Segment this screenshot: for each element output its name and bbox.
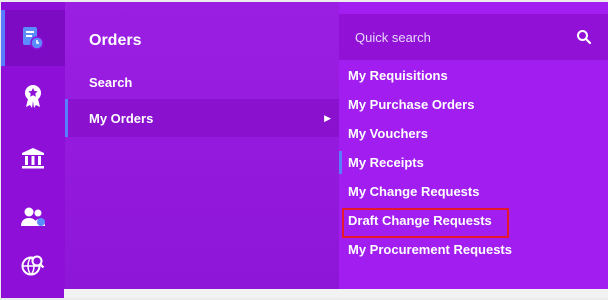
rail-item-reports[interactable] (1, 10, 65, 66)
submenu-item-label: My Change Requests (348, 184, 480, 199)
highlight-annotation-box (342, 208, 509, 238)
rail-item-bank[interactable] (1, 130, 65, 186)
submenu-item-my-receipts[interactable]: My Receipts (339, 148, 608, 177)
orders-item-label: Search (89, 74, 133, 90)
submenu-item-my-purchase-orders[interactable]: My Purchase Orders (339, 90, 608, 119)
submenu-item-my-change-requests[interactable]: My Change Requests (339, 177, 608, 206)
submenu-item-my-procurement-requests[interactable]: My Procurement Requests (339, 235, 608, 264)
globe-search-icon (21, 255, 45, 276)
users-icon (21, 207, 45, 226)
submenu-item-label: My Receipts (348, 155, 424, 170)
submenu-item-label: My Procurement Requests (348, 242, 512, 257)
chevron-right-icon: ▶ (324, 112, 331, 123)
icon-rail (1, 2, 65, 298)
rail-item-awards[interactable] (1, 68, 65, 124)
navigation-overlay: Orders Search My Orders ▶ My Requisition… (1, 2, 608, 298)
quick-search-bar (339, 14, 608, 60)
orders-panel-title: Orders (89, 32, 142, 49)
rail-item-global[interactable] (1, 238, 65, 294)
my-orders-submenu: My Requisitions My Purchase Orders My Vo… (339, 2, 608, 291)
submenu-item-label: My Requisitions (348, 68, 448, 83)
submenu-item-label: My Purchase Orders (348, 97, 475, 112)
bank-icon (22, 148, 44, 169)
orders-item-my-orders[interactable]: My Orders ▶ (65, 99, 339, 137)
submenu-item-my-vouchers[interactable]: My Vouchers (339, 119, 608, 148)
submenu-item-my-requisitions[interactable]: My Requisitions (339, 61, 608, 90)
submenu-item-label: My Vouchers (348, 126, 428, 141)
quick-search-input[interactable] (353, 26, 567, 48)
page-background-strip (64, 289, 608, 298)
reports-icon (23, 27, 44, 50)
rail-item-users[interactable] (1, 189, 65, 245)
orders-item-search[interactable]: Search (65, 63, 339, 101)
orders-panel: Orders Search My Orders ▶ (65, 2, 339, 291)
orders-item-label: My Orders (89, 110, 154, 126)
search-icon[interactable] (576, 29, 592, 45)
award-ribbon-icon (25, 85, 41, 108)
